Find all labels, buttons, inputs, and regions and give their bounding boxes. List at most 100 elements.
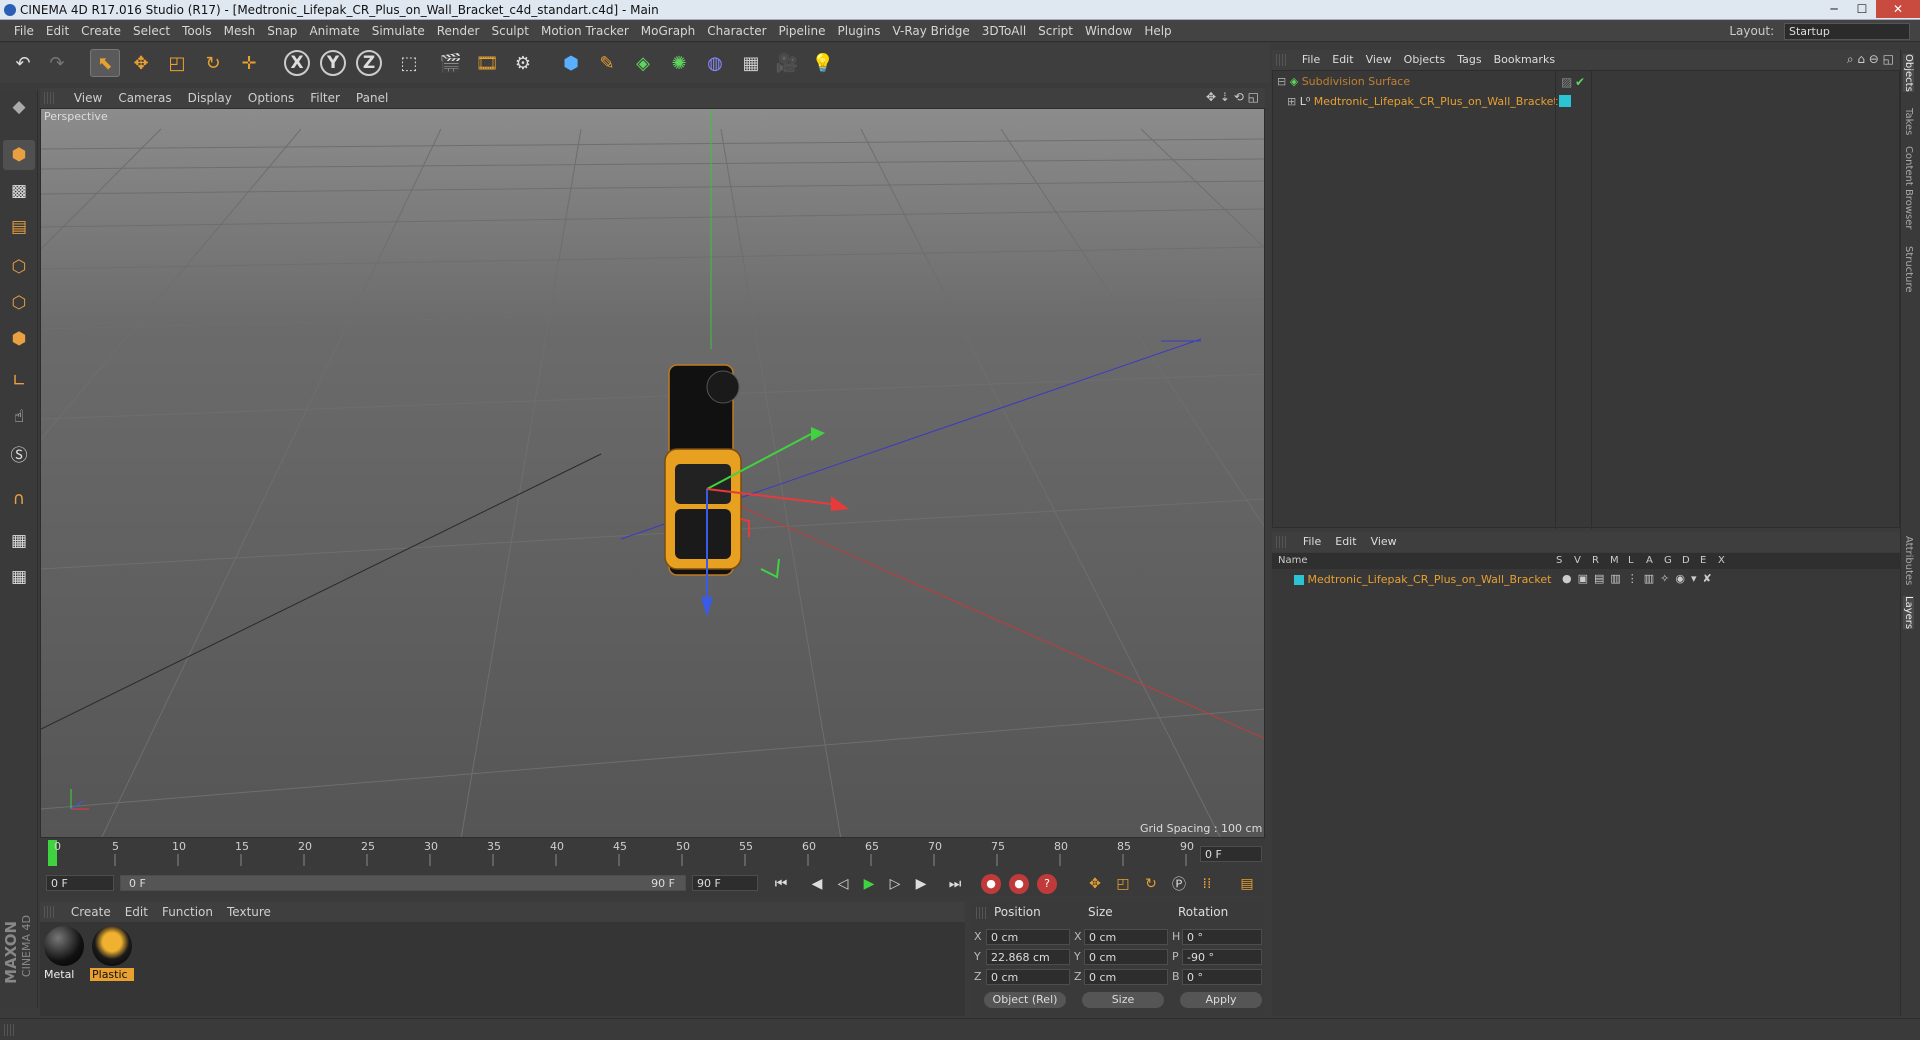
rotate-tool-icon[interactable]: ↻ (198, 49, 228, 77)
menu-file[interactable]: File (8, 20, 40, 42)
previous-frame-icon[interactable]: ◁ (832, 873, 854, 895)
points-mode-icon[interactable]: ⬡ (3, 252, 35, 282)
viewport-menu-display[interactable]: Display (180, 88, 240, 108)
menu-animate[interactable]: Animate (303, 20, 365, 42)
deformer-icon[interactable]: ◍ (700, 49, 730, 77)
key-pla-icon[interactable]: ⁞⁞ (1196, 873, 1218, 895)
flag-s-header[interactable]: S (1556, 553, 1562, 569)
coordinate-system-icon[interactable]: ⬚ (394, 49, 424, 77)
magnet-snap-icon[interactable]: ∩ (3, 484, 35, 514)
frame-range-slider[interactable]: 0 F 90 F (120, 875, 686, 891)
panel-grip-icon[interactable] (44, 92, 56, 104)
rotation-p-field[interactable]: -90 ° (1182, 949, 1262, 965)
menu-character[interactable]: Character (701, 20, 772, 42)
key-scale-icon[interactable]: ◰ (1112, 873, 1134, 895)
panel-grip-icon[interactable] (976, 907, 988, 919)
tab-attributes[interactable]: Attributes (1903, 536, 1914, 585)
size-x-field[interactable]: 0 cm (1084, 929, 1168, 945)
menu-render[interactable]: Render (431, 20, 486, 42)
model-mode-icon[interactable]: ⬢ (3, 140, 35, 170)
panel-grip-icon[interactable] (44, 906, 56, 918)
menu-tools[interactable]: Tools (176, 20, 218, 42)
timeline-window-icon[interactable]: ▤ (1236, 873, 1258, 895)
key-position-icon[interactable]: ✥ (1084, 873, 1106, 895)
menu-window[interactable]: Window (1079, 20, 1138, 42)
record-active-objects-icon[interactable]: ● (980, 873, 1002, 895)
object-menu-tags[interactable]: Tags (1451, 50, 1487, 70)
layer-menu-file[interactable]: File (1296, 532, 1328, 552)
edges-mode-icon[interactable]: ⬡ (3, 288, 35, 318)
redo-icon[interactable]: ↷ (42, 49, 72, 77)
render-to-picture-viewer-icon[interactable]: 🎞 (472, 49, 502, 77)
viewport-menu-panel[interactable]: Panel (348, 88, 396, 108)
render-settings-icon[interactable]: ⚙ (508, 49, 538, 77)
start-frame-field[interactable]: 0 F (46, 875, 114, 891)
viewport-menu-filter[interactable]: Filter (302, 88, 348, 108)
flag-m-header[interactable]: M (1610, 553, 1619, 569)
tab-content-browser[interactable]: Content Browser (1903, 146, 1914, 229)
layer-flag-icons[interactable]: ●▣▤▥⋮▥✧◉▾✘ (1562, 572, 1718, 585)
material-swatch-metal[interactable]: Metal (42, 926, 86, 984)
menu-pipeline[interactable]: Pipeline (773, 20, 832, 42)
material-swatch-plastic[interactable]: Plastic (90, 926, 134, 984)
go-to-end-icon[interactable]: ⏭ (944, 873, 966, 895)
workplane-snap-icon[interactable]: ▦ (3, 562, 35, 592)
menu-help[interactable]: Help (1138, 20, 1177, 42)
autokey-icon[interactable]: ● (1008, 873, 1030, 895)
keyframe-selection-icon[interactable]: ? (1036, 873, 1058, 895)
flag-g-header[interactable]: G (1664, 553, 1672, 569)
panel-grip-icon[interactable] (1276, 536, 1288, 548)
tab-structure[interactable]: Structure (1903, 246, 1914, 293)
object-menu-file[interactable]: File (1296, 50, 1326, 70)
position-x-field[interactable]: 0 cm (986, 929, 1070, 945)
minimize-button[interactable]: ─ (1820, 0, 1848, 18)
layout-dropdown[interactable]: Startup (1784, 23, 1910, 40)
cube-object-icon[interactable]: ⬢ (556, 49, 586, 77)
position-y-field[interactable]: 22.868 cm (986, 949, 1070, 965)
render-view-icon[interactable]: 🎬 (436, 49, 466, 77)
menu-sculpt[interactable]: Sculpt (485, 20, 534, 42)
tab-layers[interactable]: Layers (1903, 596, 1914, 630)
menu-create[interactable]: Create (75, 20, 127, 42)
timeline-ruler[interactable]: 0 5 10 15 20 25 30 35 40 45 50 55 60 65 … (40, 838, 1265, 868)
workplane-lock-icon[interactable]: ▦ (3, 526, 35, 556)
material-menu-edit[interactable]: Edit (118, 902, 155, 922)
move-tool-icon[interactable]: ✥ (126, 49, 156, 77)
size-mode-dropdown[interactable]: Size (1082, 992, 1164, 1008)
camera-icon[interactable]: 🎥 (772, 49, 802, 77)
object-row-model[interactable]: ⊞ L⁰ Medtronic_Lifepak_CR_Plus_on_Wall_B… (1287, 93, 1558, 111)
menu-mograph[interactable]: MoGraph (635, 20, 702, 42)
floor-scene-icon[interactable]: ▦ (736, 49, 766, 77)
object-manager-nav-icons[interactable]: ⌕ ⌂ ⊖ ◱ (1847, 52, 1894, 67)
size-y-field[interactable]: 0 cm (1084, 949, 1168, 965)
array-cloner-icon[interactable]: ✺ (664, 49, 694, 77)
transform-tool-icon[interactable]: ✛ (234, 49, 264, 77)
object-row-subdivision[interactable]: ⊟ ◈ Subdivision Surface (1277, 73, 1410, 91)
visibility-icon[interactable]: ▨ (1561, 75, 1572, 89)
layer-menu-edit[interactable]: Edit (1328, 532, 1363, 552)
size-z-field[interactable]: 0 cm (1084, 969, 1168, 985)
expand-icon[interactable]: ⊞ (1287, 95, 1296, 108)
y-axis-lock-button[interactable]: Y (318, 49, 348, 77)
object-menu-objects[interactable]: Objects (1398, 50, 1452, 70)
solo-mode-icon[interactable]: Ⓢ (3, 438, 35, 468)
flag-l-header[interactable]: L (1628, 553, 1634, 569)
menu-snap[interactable]: Snap (261, 20, 303, 42)
object-menu-edit[interactable]: Edit (1326, 50, 1359, 70)
light-icon[interactable]: 💡 (808, 49, 838, 77)
subdivision-surface-icon[interactable]: ◈ (628, 49, 658, 77)
menu-motion-tracker[interactable]: Motion Tracker (535, 20, 635, 42)
flag-d-header[interactable]: D (1682, 553, 1690, 569)
menu-edit[interactable]: Edit (40, 20, 75, 42)
rotation-b-field[interactable]: 0 ° (1182, 969, 1262, 985)
object-menu-bookmarks[interactable]: Bookmarks (1488, 50, 1561, 70)
rotation-h-field[interactable]: 0 ° (1182, 929, 1262, 945)
texture-mode-icon[interactable]: ▩ (3, 176, 35, 206)
layer-color-swatch[interactable] (1294, 575, 1304, 585)
next-key-icon[interactable]: ▶ (910, 873, 932, 895)
play-icon[interactable]: ▶ (858, 873, 880, 895)
tweak-mode-icon[interactable]: ☝ (3, 402, 35, 432)
maximize-button[interactable]: ☐ (1848, 0, 1876, 18)
layer-row[interactable]: Medtronic_Lifepak_CR_Plus_on_Wall_Bracke… (1294, 571, 1551, 589)
position-z-field[interactable]: 0 cm (986, 969, 1070, 985)
